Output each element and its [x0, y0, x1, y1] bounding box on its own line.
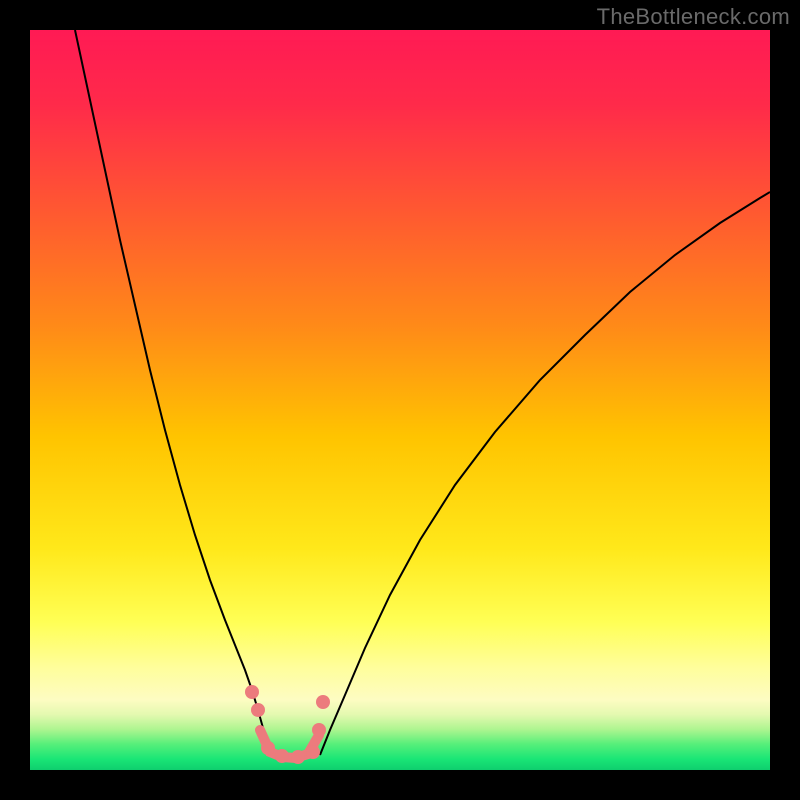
valley-dots	[245, 685, 330, 764]
chart-curves	[30, 30, 770, 770]
valley-dot	[291, 750, 305, 764]
watermark-text: TheBottleneck.com	[597, 4, 790, 30]
right-branch-curve	[320, 192, 770, 755]
valley-dot	[306, 745, 320, 759]
valley-dot	[251, 703, 265, 717]
valley-dot	[312, 723, 326, 737]
valley-dot	[261, 741, 275, 755]
chart-frame: TheBottleneck.com	[0, 0, 800, 800]
valley-dot	[316, 695, 330, 709]
valley-dot	[245, 685, 259, 699]
valley-dot	[275, 749, 289, 763]
left-branch-curve	[75, 30, 270, 755]
plot-area	[30, 30, 770, 770]
